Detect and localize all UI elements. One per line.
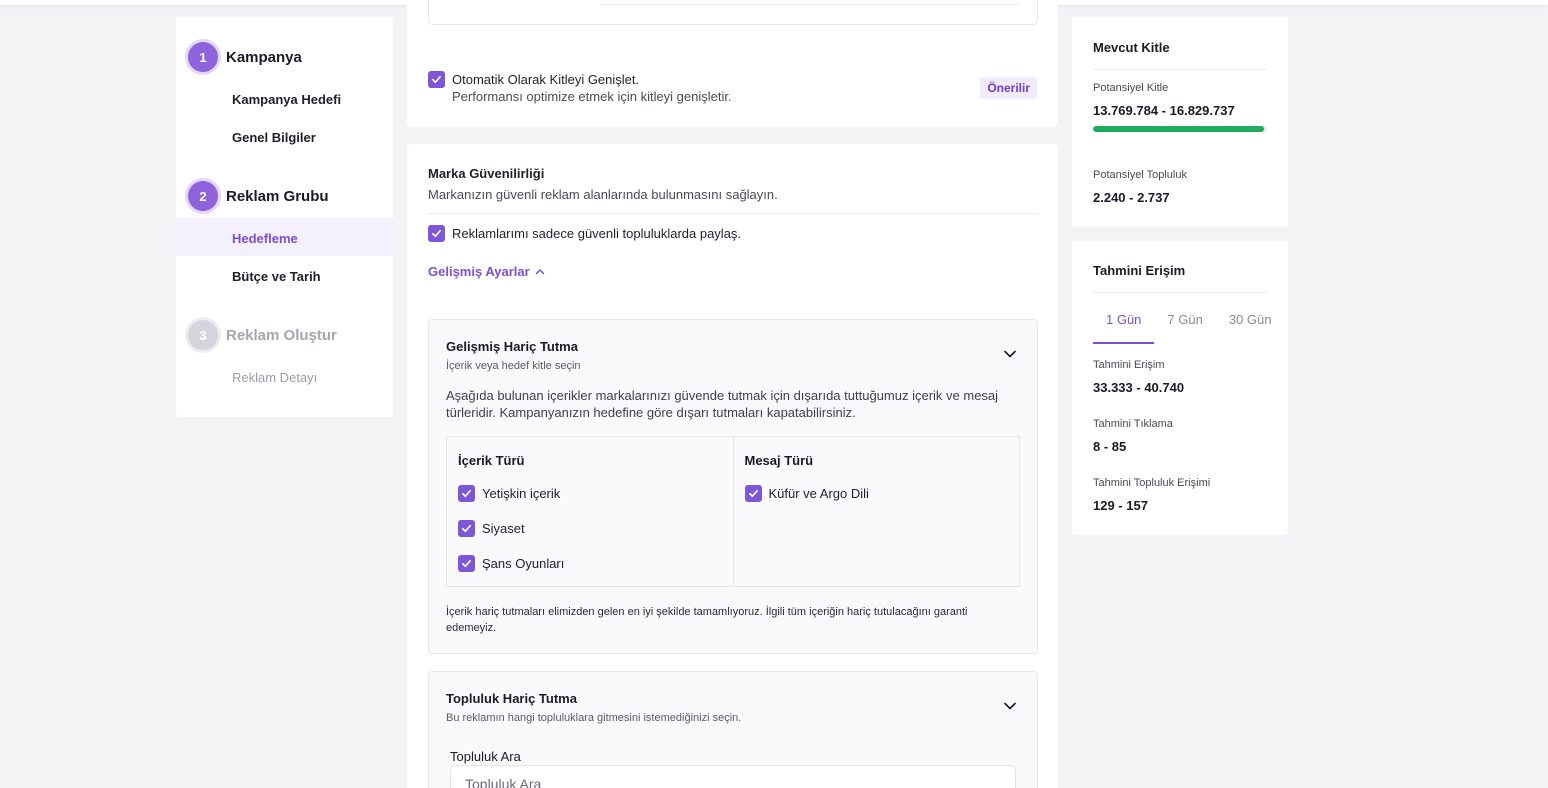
- community-exclusion-subtitle: Bu reklamın hangi topluluklara gitmesini…: [446, 712, 742, 724]
- check-icon: [432, 75, 441, 84]
- current-audience-title: Mevcut Kitle: [1093, 40, 1170, 55]
- substep-targeting[interactable]: Hedefleme: [232, 231, 298, 246]
- previous-field-bottom: [428, 0, 1038, 25]
- check-icon: [748, 489, 758, 498]
- content-type-label: Yetişkin içerik: [482, 486, 561, 501]
- potential-audience-label: Potansiyel Kitle: [1093, 82, 1169, 94]
- content-type-option[interactable]: Siyaset: [458, 520, 525, 537]
- step-title: Reklam Grubu: [226, 187, 329, 205]
- potential-audience-progress: [1093, 126, 1267, 132]
- tab-30-days[interactable]: 30 Gün: [1216, 312, 1285, 344]
- content-type-checkbox[interactable]: [458, 520, 475, 537]
- message-type-checkbox[interactable]: [744, 485, 762, 502]
- estimated-reach-label: Tahmini Erişim: [1093, 359, 1165, 371]
- campaign-stepper: 1 Kampanya Kampanya Hedefi Genel Bilgile…: [176, 17, 393, 417]
- estimated-community-reach-value: 129 - 157: [1093, 498, 1148, 513]
- substep-ad-detail[interactable]: Reklam Detayı: [232, 370, 317, 385]
- brand-safety-panel: Marka Güvenilirliği Markanızın güvenli r…: [407, 144, 1058, 788]
- content-type-checkbox[interactable]: [458, 555, 475, 572]
- content-type-column: İçerik Türü Yetişkin içerik Siyaset Şans…: [447, 437, 733, 586]
- current-audience-panel: Mevcut Kitle Potansiyel Kitle 13.769.784…: [1072, 17, 1288, 227]
- advanced-settings-toggle[interactable]: Gelişmiş Ayarlar: [428, 264, 545, 279]
- chevron-down-icon[interactable]: [1003, 347, 1017, 361]
- check-icon: [462, 559, 471, 568]
- advanced-exclusion-description: Aşağıda bulunan içerikler markalarınızı …: [446, 388, 999, 420]
- advanced-exclusion-title: Gelişmiş Hariç Tutma: [446, 339, 578, 354]
- advanced-settings-label: Gelişmiş Ayarlar: [428, 264, 530, 279]
- estimated-reach-panel: Tahmini Erişim 1 Gün 7 Gün 30 Gün Tahmin…: [1072, 241, 1288, 535]
- substep-budget-date[interactable]: Bütçe ve Tarih: [232, 269, 321, 284]
- divider: [428, 213, 1038, 214]
- safe-communities-option[interactable]: Reklamlarımı sadece güvenli topluluklard…: [428, 225, 741, 242]
- check-icon: [462, 489, 471, 498]
- advanced-exclusion-card: Gelişmiş Hariç Tutma İçerik veya hedef k…: [428, 319, 1038, 654]
- safe-communities-label: Reklamlarımı sadece güvenli topluluklard…: [452, 226, 742, 241]
- content-type-option[interactable]: Yetişkin içerik: [458, 485, 560, 502]
- step-ad-group[interactable]: 2 Reklam Grubu: [188, 181, 329, 211]
- expand-audience-label: Otomatik Olarak Kitleyi Genişlet.: [452, 72, 640, 87]
- step-campaign[interactable]: 1 Kampanya: [188, 42, 302, 72]
- exclusion-note: İçerik hariç tutmaları elimizden gelen e…: [446, 606, 968, 634]
- potential-community-label: Potansiyel Topluluk: [1093, 169, 1187, 181]
- divider: [1093, 292, 1267, 293]
- community-search-label: Topluluk Ara: [450, 749, 521, 764]
- substep-campaign-goal[interactable]: Kampanya Hedefi: [232, 92, 341, 107]
- estimated-clicks-value: 8 - 85: [1093, 439, 1127, 454]
- advanced-exclusion-subtitle: İçerik veya hedef kitle seçin: [446, 360, 581, 372]
- brand-safety-title: Marka Güvenilirliği: [428, 166, 545, 181]
- step-number: 3: [188, 320, 218, 350]
- chevron-down-icon[interactable]: [1003, 699, 1017, 713]
- brand-safety-subtitle: Markanızın güvenli reklam alanlarında bu…: [428, 187, 778, 202]
- progress-fill: [1093, 126, 1264, 132]
- exclusion-grid: İçerik Türü Yetişkin içerik Siyaset Şans…: [446, 436, 1020, 587]
- message-type-column: Mesaj Türü Küfür ve Argo Dili: [732, 437, 1020, 586]
- recommended-badge: Önerilir: [980, 77, 1037, 99]
- estimated-reach-title: Tahmini Erişim: [1093, 263, 1186, 278]
- content-type-header: İçerik Türü: [458, 453, 525, 468]
- expand-audience-checkbox[interactable]: [428, 71, 445, 88]
- estimated-community-reach-label: Tahmini Topluluk Erişimi: [1093, 477, 1211, 489]
- message-type-label: Küfür ve Argo Dili: [768, 486, 869, 501]
- content-type-checkbox[interactable]: [458, 485, 475, 502]
- check-icon: [462, 524, 471, 533]
- estimated-reach-value: 33.333 - 40.740: [1093, 380, 1185, 395]
- content-type-label: Siyaset: [482, 521, 525, 536]
- chevron-up-icon: [535, 268, 544, 274]
- potential-audience-value: 13.769.784 - 16.829.737: [1093, 103, 1235, 118]
- safe-communities-checkbox[interactable]: [428, 225, 445, 242]
- estimated-clicks-label: Tahmini Tıklama: [1093, 418, 1173, 430]
- expand-audience-description: Performansı optimize etmek için kitleyi …: [452, 89, 732, 104]
- step-title: Reklam Oluştur: [226, 326, 337, 344]
- substep-general-info[interactable]: Genel Bilgiler: [232, 130, 316, 145]
- tab-1-day[interactable]: 1 Gün: [1093, 312, 1155, 344]
- step-number: 2: [188, 181, 218, 211]
- potential-community-value: 2.240 - 2.737: [1093, 190, 1170, 205]
- expand-audience-option[interactable]: Otomatik Olarak Kitleyi Genişlet. Perfor…: [428, 71, 732, 105]
- divider: [1093, 69, 1267, 70]
- tab-7-days[interactable]: 7 Gün: [1154, 312, 1215, 344]
- step-number: 1: [188, 42, 218, 72]
- reach-period-tabs: 1 Gün 7 Gün 30 Gün: [1093, 312, 1285, 344]
- audience-expansion-panel: Otomatik Olarak Kitleyi Genişlet. Perfor…: [407, 0, 1058, 127]
- content-type-option[interactable]: Şans Oyunları: [458, 555, 564, 572]
- content-type-label: Şans Oyunları: [482, 556, 565, 571]
- check-icon: [432, 229, 441, 238]
- community-exclusion-card: Topluluk Hariç Tutma Bu reklamın hangi t…: [428, 671, 1038, 788]
- step-title: Kampanya: [226, 48, 302, 66]
- message-type-header: Mesaj Türü: [744, 453, 814, 468]
- community-exclusion-title: Topluluk Hariç Tutma: [446, 691, 577, 706]
- community-search-input[interactable]: Topluluk Ara: [450, 765, 1016, 788]
- message-type-option[interactable]: Küfür ve Argo Dili: [744, 485, 869, 502]
- step-create-ad[interactable]: 3 Reklam Oluştur: [188, 320, 337, 350]
